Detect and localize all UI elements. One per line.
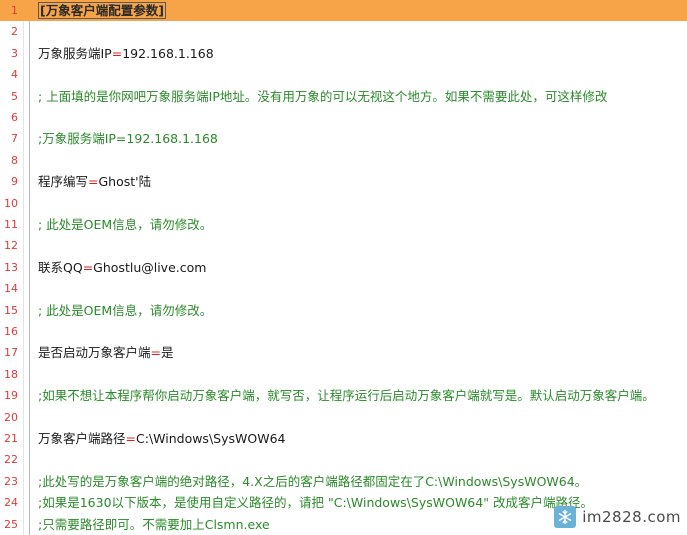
config-key: 万象服务端IP [38,45,112,61]
line-number: 12 [4,239,18,253]
snowflake-icon [554,506,577,528]
config-key: 万象客户端路径 [38,431,126,446]
code-line[interactable]: 12 [0,235,687,256]
comment-text: ;只需要路径即可。不需要加上Clsmn.exe [38,516,270,532]
line-number: 15 [4,303,18,317]
code-line[interactable]: 19 ;如果不想让本程序帮你启动万象客户端，就写否，让程序运行后启动万象客户端就写… [0,385,687,406]
line-number: 2 [11,25,18,39]
code-line[interactable]: 22 [0,449,687,470]
key-value-line: 程序编写=Ghost'陆 [38,171,151,192]
code-line[interactable]: 16 [0,321,687,342]
line-number: 3 [11,46,18,60]
code-line[interactable]: 8 [0,150,687,171]
code-line[interactable]: 23 ;此处写的是万象客户端的绝对路径，4.X之后的客户端路径都固定在了C:\Wi… [0,471,687,492]
line-number: 13 [4,260,18,274]
code-line[interactable]: 1 [万象客户端配置参数] [0,0,687,22]
code-line[interactable]: 2 [0,21,687,42]
config-key: 程序编写 [38,174,89,190]
comment-text: ; 上面填的是你网吧万象服务端IP地址。没有用万象的可以无视这个地方。如果不需要… [38,88,608,104]
code-line[interactable]: 14 [0,278,687,299]
comment-text: ;万象服务端IP=192.168.1.168 [38,131,218,147]
code-line[interactable]: 5 ; 上面填的是你网吧万象服务端IP地址。没有用万象的可以无视这个地方。如果不需… [0,86,687,107]
comment-text: ;此处写的是万象客户端的绝对路径，4.X之后的客户端路径都固定在了C:\Wind… [38,473,588,489]
comment-text: ;如果是1630以下版本，是使用自定义路径的，请把 "C:\Windows\Sy… [38,495,593,511]
config-value: Ghost'陆 [98,174,152,190]
code-line[interactable]: 3 万象服务端IP=192.168.1.168 [0,43,687,64]
line-number: 10 [4,196,18,210]
section-name: [万象客户端配置参数] [38,2,166,19]
config-value: Ghostlu@live.com [93,259,207,275]
config-key: 联系QQ [38,259,83,275]
line-number: 18 [4,367,18,381]
line-number: 24 [4,496,18,510]
comment-text: ; 此处是OEM信息，请勿修改。 [38,217,213,232]
line-number: 6 [11,111,18,124]
code-line[interactable]: 9 程序编写=Ghost'陆 [0,171,687,192]
line-number: 5 [11,89,18,103]
code-line[interactable]: 11 ; 此处是OEM信息，请勿修改。 [0,214,687,235]
line-number: 17 [4,346,18,360]
line-number: 25 [4,517,18,531]
code-line[interactable]: 17 是否启动万象客户端=是 [0,342,687,363]
code-line[interactable]: 6 [0,107,687,128]
line-number: 9 [11,175,18,189]
line-number: 22 [4,453,18,467]
line-number: 8 [11,153,18,167]
code-line[interactable]: 13 联系QQ=Ghostlu@live.com [0,257,687,278]
code-line[interactable]: 20 [0,407,687,428]
line-number: 14 [4,282,18,296]
config-value: 是 [161,345,174,361]
equals-operator: = [150,345,161,361]
text-editor[interactable]: 1 [万象客户端配置参数] 2 3 万象服务端IP=192.168.1.168 4 5; 上… [0,0,687,535]
key-value-line: 联系QQ=Ghostlu@live.com [38,257,206,278]
line-number: 16 [4,325,18,338]
code-line[interactable]: 18 [0,364,687,385]
line-number: 21 [4,432,18,445]
line-number: 7 [11,132,18,146]
section-header: [万象客户端配置参数] [38,0,166,21]
equals-operator: = [125,431,136,446]
line-number: 4 [11,68,18,82]
config-value: C:\Windows\SysWOW64 [136,431,286,446]
line-number: 1 [11,4,18,17]
equals-operator: = [82,259,94,275]
code-line[interactable]: 7 ;万象服务端IP=192.168.1.168 [0,128,687,149]
line-number: 19 [4,389,18,403]
comment-text: ; 此处是OEM信息，请勿修改。 [38,302,213,318]
key-value-line: 万象客户端路径=C:\Windows\SysWOW64 [38,428,285,449]
line-number: 23 [4,474,18,488]
line-number: 20 [4,410,18,424]
key-value-line: 万象服务端IP=192.168.1.168 [38,43,214,64]
config-key: 是否启动万象客户端 [38,345,151,361]
code-line[interactable]: 4 [0,64,687,85]
line-number: 11 [4,218,18,231]
equals-operator: = [111,45,123,61]
code-line[interactable]: 15 ; 此处是OEM信息，请勿修改。 [0,300,687,321]
key-value-line: 是否启动万象客户端=是 [38,342,174,363]
watermark: im2828.com [554,505,681,529]
comment-text: ;如果不想让本程序帮你启动万象客户端，就写否，让程序运行后启动万象客户端就写是。… [38,388,655,404]
watermark-text: im2828.com [582,508,681,526]
config-value: 192.168.1.168 [122,45,214,61]
code-line[interactable]: 10 [0,193,687,214]
equals-operator: = [88,174,99,190]
code-line[interactable]: 21 万象客户端路径=C:\Windows\SysWOW64 [0,428,687,449]
